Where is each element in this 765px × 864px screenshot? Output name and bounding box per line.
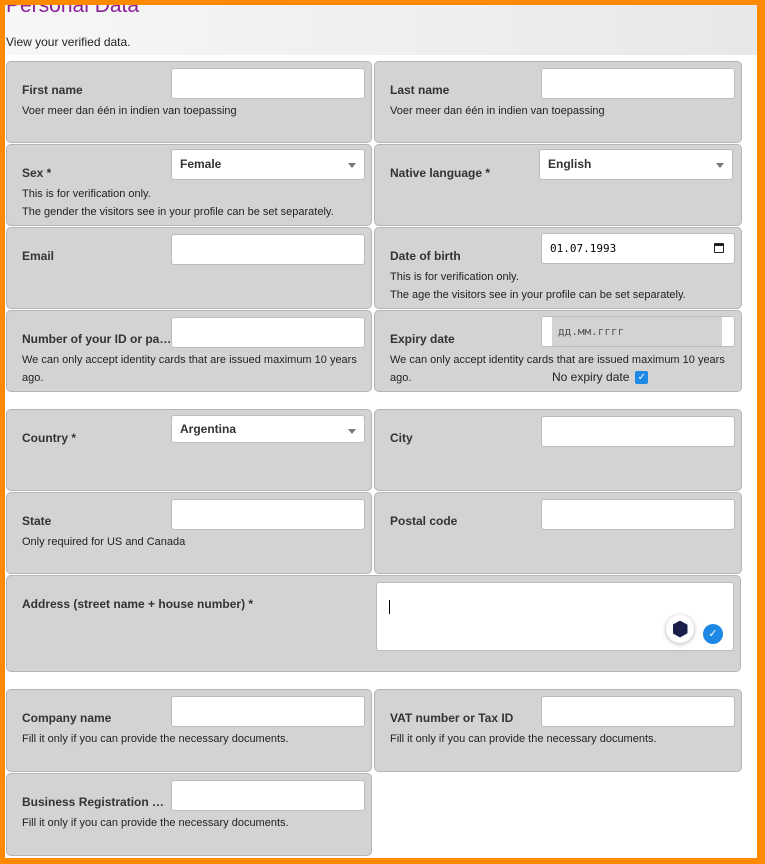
expiry-card: Expiry date дд.мм.гггг We can only accep… bbox=[374, 310, 742, 392]
last-name-card: Last name Voer meer dan één in indien va… bbox=[374, 61, 742, 143]
postal-code-card: Postal code bbox=[374, 492, 742, 574]
dob-hint-1: This is for verification only. bbox=[390, 271, 519, 283]
address-label: Address (street name + house number) * bbox=[22, 597, 254, 611]
native-language-select[interactable]: English bbox=[539, 149, 733, 180]
email-card: Email bbox=[6, 227, 372, 309]
grammar-check-icon[interactable]: ✓ bbox=[703, 624, 723, 644]
dob-label: Date of birth bbox=[390, 249, 461, 263]
sex-card: Sex * Female This is for verification on… bbox=[6, 144, 372, 226]
sex-value: Female bbox=[180, 157, 222, 171]
vat-input[interactable] bbox=[541, 696, 735, 727]
state-card: State Only required for US and Canada bbox=[6, 492, 372, 574]
vat-card: VAT number or Tax ID Fill it only if you… bbox=[374, 689, 742, 772]
company-input[interactable] bbox=[171, 696, 365, 727]
no-expiry-label: No expiry date bbox=[552, 370, 630, 384]
email-label: Email bbox=[22, 249, 55, 263]
sex-hint-1: This is for verification only. bbox=[22, 188, 151, 200]
first-name-label: First name bbox=[22, 83, 83, 97]
city-label: City bbox=[390, 431, 413, 445]
text-cursor bbox=[389, 600, 390, 614]
expiry-input[interactable]: дд.мм.гггг bbox=[541, 316, 735, 347]
business-registration-input[interactable] bbox=[171, 780, 365, 811]
sex-hint-2: The gender the visitors see in your prof… bbox=[22, 206, 334, 218]
city-card: City bbox=[374, 409, 742, 491]
sex-label: Sex * bbox=[22, 166, 52, 180]
vat-hint: Fill it only if you can provide the nece… bbox=[390, 733, 657, 745]
address-textarea[interactable]: ✓ bbox=[376, 582, 734, 651]
no-expiry-row: No expiry date ✓ bbox=[552, 370, 649, 384]
postal-code-input[interactable] bbox=[541, 499, 735, 530]
postal-code-label: Postal code bbox=[390, 514, 458, 528]
assistant-extension-icon[interactable] bbox=[666, 615, 694, 643]
dob-input[interactable]: 01.07.1993 bbox=[541, 233, 735, 264]
calendar-icon[interactable] bbox=[714, 243, 724, 253]
page-header: Personal Data View your verified data. bbox=[0, 0, 757, 55]
country-select[interactable]: Argentina bbox=[171, 415, 365, 443]
city-input[interactable] bbox=[541, 416, 735, 447]
native-language-value: English bbox=[548, 157, 592, 171]
first-name-hint: Voer meer dan één in indien van toepassi… bbox=[22, 105, 237, 117]
country-card: Country * Argentina bbox=[6, 409, 372, 491]
page-title: Personal Data bbox=[6, 0, 140, 17]
dob-hint-2: The age the visitors see in your profile… bbox=[390, 289, 686, 301]
id-number-input[interactable] bbox=[171, 317, 365, 348]
state-input[interactable] bbox=[171, 499, 365, 530]
id-number-hint: We can only accept identity cards that a… bbox=[22, 354, 357, 384]
id-number-card: Number of your ID or passport We can onl… bbox=[6, 310, 372, 392]
sex-hint: This is for verification only. The gender… bbox=[22, 185, 367, 221]
company-hint: Fill it only if you can provide the nece… bbox=[22, 733, 289, 745]
expiry-placeholder: дд.мм.гггг bbox=[552, 317, 722, 346]
dob-hint: This is for verification only. The age th… bbox=[390, 268, 735, 304]
sex-select[interactable]: Female bbox=[171, 149, 365, 180]
no-expiry-checkbox[interactable]: ✓ bbox=[635, 370, 649, 384]
business-registration-hint: Fill it only if you can provide the nece… bbox=[22, 817, 289, 829]
last-name-label: Last name bbox=[390, 83, 450, 97]
dob-value: 01.07.1993 bbox=[550, 242, 617, 255]
first-name-card: First name Voer meer dan één in indien v… bbox=[6, 61, 372, 143]
company-label: Company name bbox=[22, 711, 112, 725]
email-input[interactable] bbox=[171, 234, 365, 265]
id-number-label: Number of your ID or passport bbox=[22, 332, 172, 346]
native-language-card: Native language * English bbox=[374, 144, 742, 226]
address-card: Address (street name + house number) * ✓ bbox=[6, 575, 741, 672]
business-registration-card: Business Registration Number Fill it onl… bbox=[6, 773, 372, 856]
country-label: Country * bbox=[22, 431, 76, 445]
business-registration-label: Business Registration Number bbox=[22, 795, 167, 809]
last-name-hint: Voer meer dan één in indien van toepassi… bbox=[390, 105, 605, 117]
company-card: Company name Fill it only if you can pro… bbox=[6, 689, 372, 772]
state-hint: Only required for US and Canada bbox=[22, 536, 186, 548]
expiry-label: Expiry date bbox=[390, 332, 455, 346]
country-value: Argentina bbox=[180, 422, 237, 436]
state-label: State bbox=[22, 514, 52, 528]
first-name-input[interactable] bbox=[171, 68, 365, 99]
vat-label: VAT number or Tax ID bbox=[390, 711, 514, 725]
page-subtitle: View your verified data. bbox=[6, 35, 131, 49]
last-name-input[interactable] bbox=[541, 68, 735, 99]
native-language-label: Native language * bbox=[390, 166, 491, 180]
dob-card: Date of birth 01.07.1993 This is for ver… bbox=[374, 227, 742, 309]
